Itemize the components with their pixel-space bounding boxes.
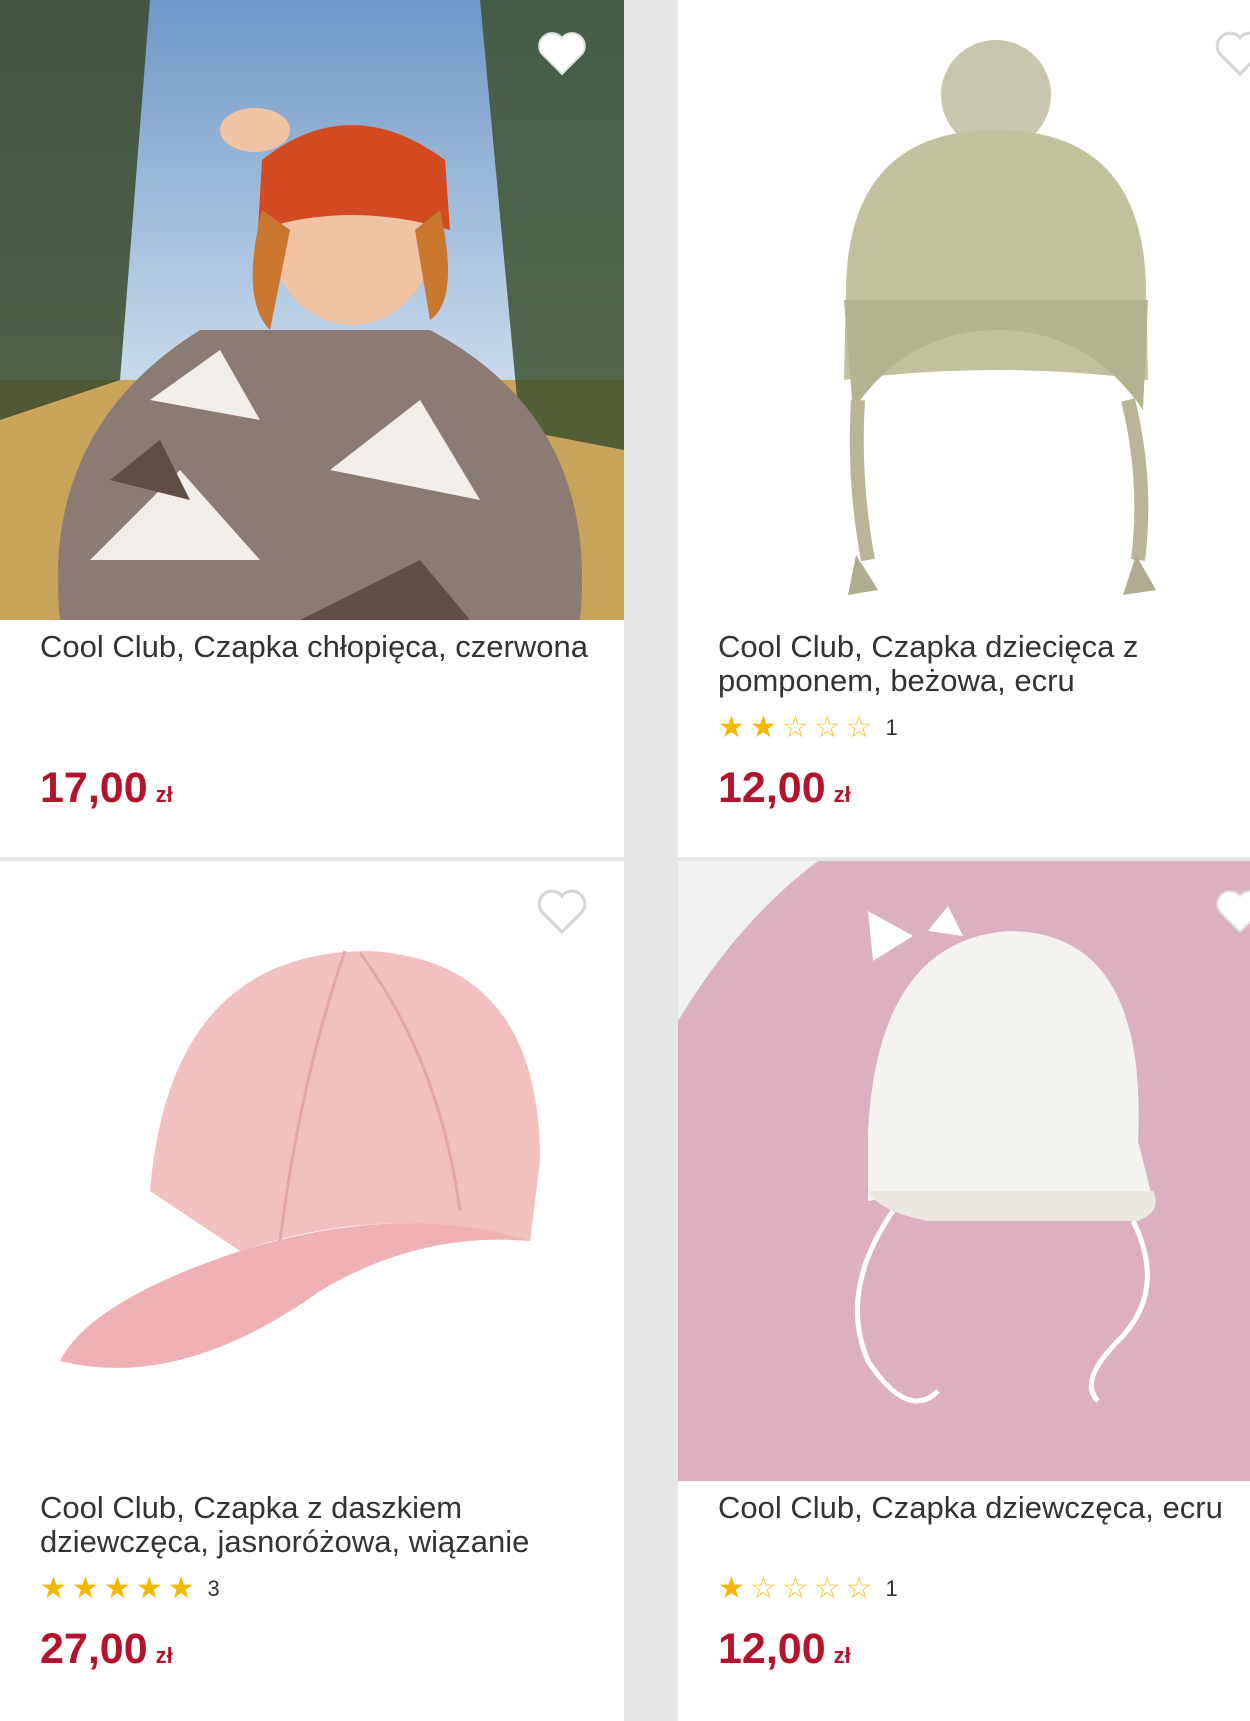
product-rating: ★ ★ ★ ★ ★ 3: [40, 1573, 220, 1605]
product-rating: ★ ★ ☆ ☆ ☆ 1: [718, 712, 898, 744]
star-filled-icon: ★: [167, 1572, 195, 1605]
rating-count: 3: [207, 1576, 220, 1601]
product-card[interactable]: Cool Club, Czapka dziecięca z pomponem, …: [678, 0, 1250, 857]
pink-cap-photo: [0, 861, 624, 1481]
star-empty-icon: ☆: [845, 1572, 873, 1605]
star-filled-icon: ★: [718, 711, 745, 744]
star-filled-icon: ★: [135, 1572, 163, 1605]
product-rating: ★ ☆ ☆ ☆ ☆ 1: [718, 1573, 898, 1605]
white-baby-bonnet-photo: [678, 861, 1250, 1481]
price-value: 12,00: [718, 1625, 826, 1673]
star-empty-icon: ☆: [749, 1572, 777, 1605]
star-empty-icon: ☆: [781, 1572, 809, 1605]
favorite-heart-icon[interactable]: [1214, 888, 1250, 936]
star-empty-icon: ☆: [781, 711, 809, 744]
star-filled-icon: ★: [71, 1572, 99, 1605]
favorite-heart-icon[interactable]: [1214, 30, 1250, 78]
product-price: 12,00 zł: [718, 1626, 851, 1679]
product-grid: Cool Club, Czapka chłopięca, czerwona 17…: [0, 0, 1250, 1721]
favorite-heart-icon[interactable]: [536, 888, 588, 936]
product-price: 27,00 zł: [40, 1626, 173, 1679]
boy-in-red-beanie-photo: [0, 0, 624, 620]
star-filled-icon: ★: [718, 1572, 745, 1605]
product-image[interactable]: [0, 0, 624, 620]
star-filled-icon: ★: [40, 1572, 67, 1605]
product-title[interactable]: Cool Club, Czapka z daszkiem dziewczęca,…: [40, 1491, 600, 1559]
price-value: 27,00: [40, 1625, 148, 1673]
star-empty-icon: ☆: [813, 711, 841, 744]
product-price: 12,00 zł: [718, 765, 851, 818]
product-image[interactable]: [678, 861, 1250, 1481]
price-value: 17,00: [40, 764, 148, 812]
product-price: 17,00 zł: [40, 765, 173, 818]
rating-count: 1: [885, 715, 898, 740]
price-currency: zł: [155, 782, 173, 807]
star-empty-icon: ☆: [845, 711, 873, 744]
price-value: 12,00: [718, 764, 826, 812]
price-currency: zł: [833, 1643, 851, 1668]
product-image[interactable]: [678, 0, 1250, 620]
product-image[interactable]: [0, 861, 624, 1481]
rating-count: 1: [885, 1576, 898, 1601]
product-card[interactable]: Cool Club, Czapka chłopięca, czerwona 17…: [0, 0, 624, 857]
beige-pompom-hat-photo: [678, 0, 1250, 620]
star-empty-icon: ☆: [813, 1572, 841, 1605]
product-title[interactable]: Cool Club, Czapka dziecięca z pomponem, …: [718, 630, 1250, 698]
product-title[interactable]: Cool Club, Czapka dziewczęca, ecru: [718, 1491, 1250, 1525]
price-currency: zł: [833, 782, 851, 807]
star-filled-icon: ★: [749, 711, 777, 744]
product-card[interactable]: Cool Club, Czapka z daszkiem dziewczęca,…: [0, 861, 624, 1721]
star-filled-icon: ★: [103, 1572, 131, 1605]
favorite-heart-icon[interactable]: [536, 30, 588, 78]
product-card[interactable]: Cool Club, Czapka dziewczęca, ecru ★ ☆ ☆…: [678, 861, 1250, 1721]
product-title[interactable]: Cool Club, Czapka chłopięca, czerwona: [40, 630, 600, 664]
price-currency: zł: [155, 1643, 173, 1668]
